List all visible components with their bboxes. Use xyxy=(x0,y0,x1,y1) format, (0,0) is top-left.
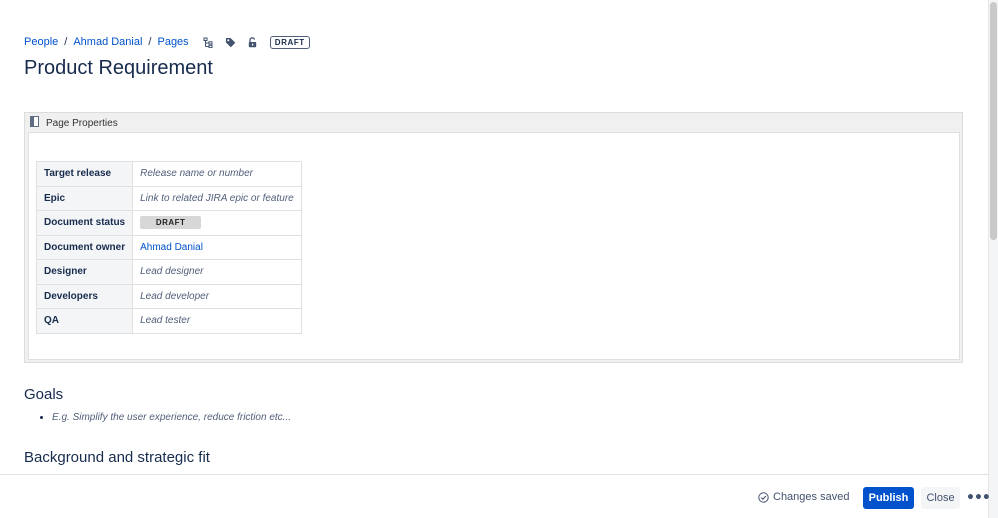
vertical-scrollbar[interactable] xyxy=(988,0,998,518)
target-release-placeholder[interactable]: Release name or number xyxy=(132,161,302,187)
goals-heading[interactable]: Goals xyxy=(24,386,63,403)
document-status-cell[interactable]: DRAFT xyxy=(132,210,302,236)
qa-placeholder[interactable]: Lead tester xyxy=(132,308,302,334)
row-key-designer[interactable]: Designer xyxy=(35,259,134,285)
row-key-qa[interactable]: QA xyxy=(35,308,134,334)
breadcrumb-ahmad-danial[interactable]: Ahmad Danial xyxy=(73,36,142,48)
table-row: Target release Release name or number xyxy=(35,161,302,187)
breadcrumb-separator: / xyxy=(148,36,152,48)
document-owner-cell[interactable]: Ahmad Danial xyxy=(132,234,302,260)
breadcrumb: People / Ahmad Danial / Pages DRAFT xyxy=(24,35,310,49)
table-row: Designer Lead designer xyxy=(35,259,302,285)
row-key-document-owner[interactable]: Document owner xyxy=(35,234,134,260)
page-title[interactable]: Product Requirement xyxy=(24,57,213,80)
editor-footer: Changes saved Publish Close ••• xyxy=(0,474,991,518)
restrictions-icon[interactable] xyxy=(246,35,260,49)
macro-title: Page Properties xyxy=(46,117,118,129)
document-owner-mention[interactable]: Ahmad Danial xyxy=(140,242,203,253)
check-circle-icon xyxy=(758,491,769,503)
designer-placeholder[interactable]: Lead designer xyxy=(132,259,302,285)
draft-status-lozenge: DRAFT xyxy=(269,35,310,49)
epic-placeholder[interactable]: Link to related JIRA epic or feature xyxy=(132,185,302,211)
row-key-epic[interactable]: Epic xyxy=(35,185,134,211)
document-status-lozenge[interactable]: DRAFT xyxy=(140,216,202,230)
table-row: Document status DRAFT xyxy=(35,210,302,236)
page-properties-icon xyxy=(30,116,39,130)
table-row: QA Lead tester xyxy=(35,308,302,334)
save-status: Changes saved xyxy=(758,491,849,503)
background-heading[interactable]: Background and strategic fit xyxy=(24,449,210,466)
close-button[interactable]: Close xyxy=(921,487,960,509)
page-properties-macro[interactable]: Page Properties Target release Release n… xyxy=(24,112,963,363)
row-key-document-status[interactable]: Document status xyxy=(35,210,134,236)
table-row: Document owner Ahmad Danial xyxy=(35,234,302,260)
editor-content[interactable]: People / Ahmad Danial / Pages DRAFT Prod… xyxy=(24,0,964,474)
table-row: Epic Link to related JIRA epic or featur… xyxy=(35,185,302,211)
save-status-text: Changes saved xyxy=(773,491,850,503)
scrollbar-thumb[interactable] xyxy=(990,2,997,240)
label-icon[interactable] xyxy=(224,35,238,49)
row-key-developers[interactable]: Developers xyxy=(35,283,134,309)
properties-table: Target release Release name or number Ep… xyxy=(35,161,302,334)
macro-header: Page Properties xyxy=(30,116,118,130)
row-key-target-release[interactable]: Target release xyxy=(35,161,134,187)
goals-list: E.g. Simplify the user experience, reduc… xyxy=(52,412,291,423)
breadcrumb-pages[interactable]: Pages xyxy=(157,36,188,48)
publish-button[interactable]: Publish xyxy=(863,487,914,509)
developers-placeholder[interactable]: Lead developer xyxy=(132,283,302,309)
goals-placeholder-item[interactable]: E.g. Simplify the user experience, reduc… xyxy=(52,412,291,423)
breadcrumb-separator: / xyxy=(64,36,68,48)
more-actions-button[interactable]: ••• xyxy=(966,487,991,509)
page-tree-icon[interactable] xyxy=(202,35,216,49)
macro-body[interactable]: Target release Release name or number Ep… xyxy=(28,132,960,360)
table-row: Developers Lead developer xyxy=(35,283,302,309)
breadcrumb-people[interactable]: People xyxy=(24,36,58,48)
